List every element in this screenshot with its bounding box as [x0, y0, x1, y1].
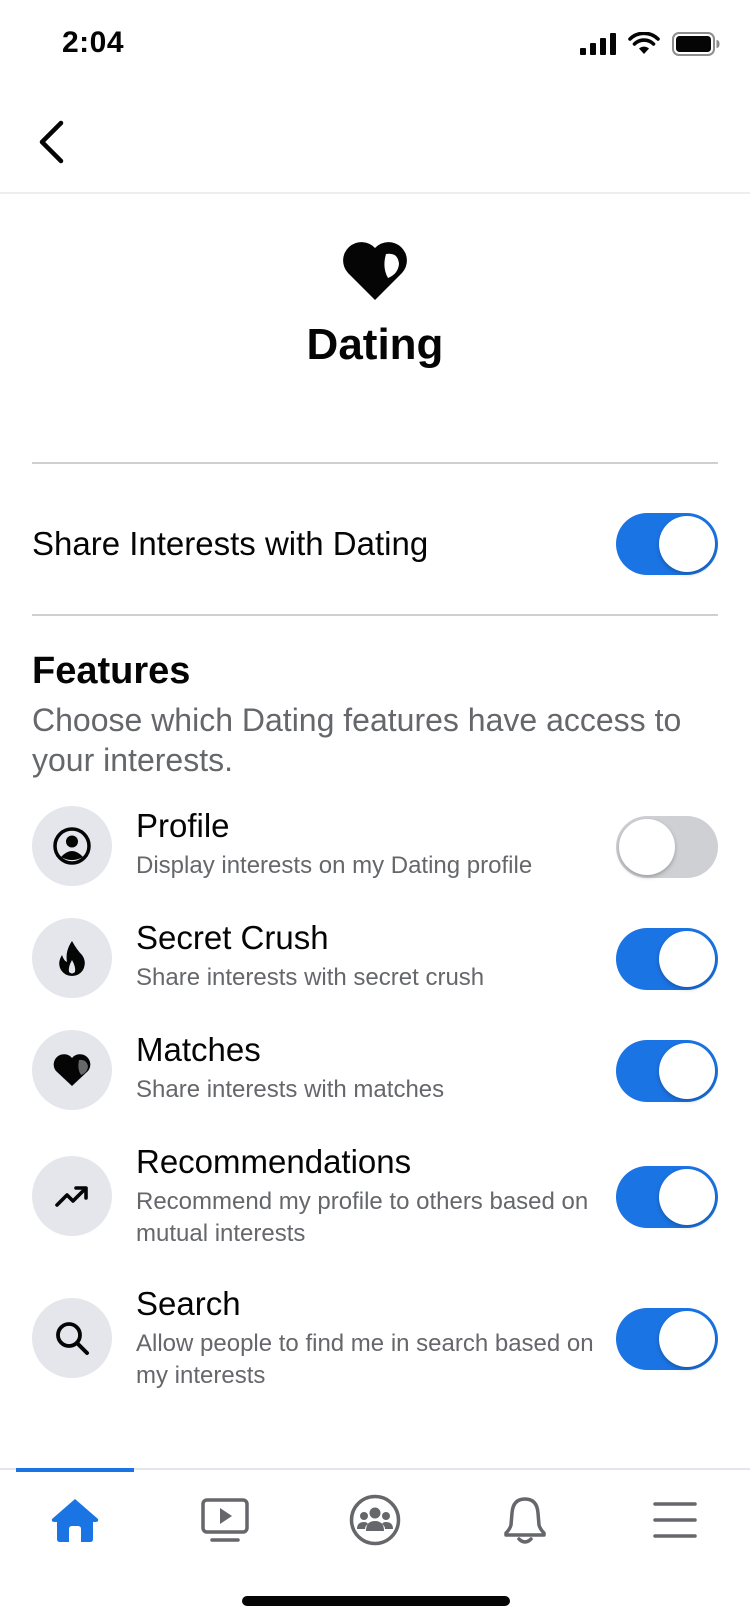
dating-heart-icon [343, 242, 407, 300]
divider [32, 462, 718, 464]
battery-icon [672, 32, 720, 56]
feature-icon-container [32, 918, 112, 998]
feature-title: Search [136, 1285, 241, 1322]
bell-icon [504, 1497, 546, 1544]
feature-row-profile: Profile Display interests on my Dating p… [32, 806, 718, 886]
feature-description: Share interests with secret crush [136, 964, 485, 991]
matches-toggle[interactable] [616, 1040, 718, 1102]
feature-row-recommendations: Recommendations Recommend my profile to … [32, 1142, 718, 1250]
feature-row-search: Search Allow people to find me in search… [32, 1284, 718, 1392]
feature-description: Share interests with matches [136, 1076, 445, 1103]
wifi-icon [628, 32, 660, 54]
status-bar: 2:04 [0, 0, 750, 92]
toggle-knob [659, 516, 715, 572]
toggle-knob [619, 819, 675, 875]
feature-row-secret-crush: Secret Crush Share interests with secret… [32, 918, 718, 998]
chevron-left-icon [39, 120, 64, 164]
share-interests-row: Share Interests with Dating [32, 512, 718, 576]
tab-groups[interactable] [316, 1470, 434, 1570]
video-icon [201, 1498, 249, 1542]
feature-title: Secret Crush [136, 919, 329, 956]
cellular-signal-icon [580, 33, 616, 55]
home-indicator [242, 1596, 510, 1606]
feature-icon-container [32, 806, 112, 886]
trending-icon [55, 1186, 88, 1207]
feature-row-matches: Matches Share interests with matches [32, 1030, 718, 1110]
features-description: Choose which Dating features have access… [32, 702, 682, 778]
home-icon [51, 1499, 99, 1542]
feature-title: Matches [136, 1031, 261, 1068]
groups-icon [349, 1494, 401, 1546]
feature-icon-container [32, 1030, 112, 1110]
tab-watch[interactable] [166, 1470, 284, 1570]
flame-icon [59, 941, 85, 976]
feature-description: Recommend my profile to others based on … [136, 1188, 589, 1247]
features-heading: Features [32, 650, 191, 692]
tab-home[interactable] [16, 1468, 134, 1570]
feature-title: Profile [136, 807, 230, 844]
feature-description: Allow people to find me in search based … [136, 1330, 594, 1389]
feature-icon-container [32, 1298, 112, 1378]
tab-notifications[interactable] [466, 1470, 584, 1570]
search-icon [56, 1322, 89, 1355]
feature-title: Recommendations [136, 1143, 412, 1180]
back-button[interactable] [20, 110, 84, 174]
nav-bar [0, 92, 750, 194]
feature-description: Display interests on my Dating profile [136, 852, 533, 879]
share-interests-toggle[interactable] [616, 513, 718, 575]
heart-icon [53, 1054, 91, 1086]
tab-menu[interactable] [616, 1470, 734, 1570]
toggle-knob [659, 1043, 715, 1099]
recommendations-toggle[interactable] [616, 1166, 718, 1228]
toggle-knob [659, 931, 715, 987]
menu-icon [653, 1502, 697, 1538]
profile-toggle[interactable] [616, 816, 718, 878]
divider [32, 614, 718, 616]
page-title: Dating [306, 320, 444, 369]
toggle-knob [659, 1311, 715, 1367]
status-time: 2:04 [62, 26, 125, 59]
page-header: Dating [0, 240, 750, 370]
profile-icon [53, 827, 91, 865]
search-toggle[interactable] [616, 1308, 718, 1370]
status-icons [580, 32, 720, 56]
feature-icon-container [32, 1156, 112, 1236]
share-interests-label: Share Interests with Dating [32, 525, 429, 562]
secret-crush-toggle[interactable] [616, 928, 718, 990]
toggle-knob [659, 1169, 715, 1225]
